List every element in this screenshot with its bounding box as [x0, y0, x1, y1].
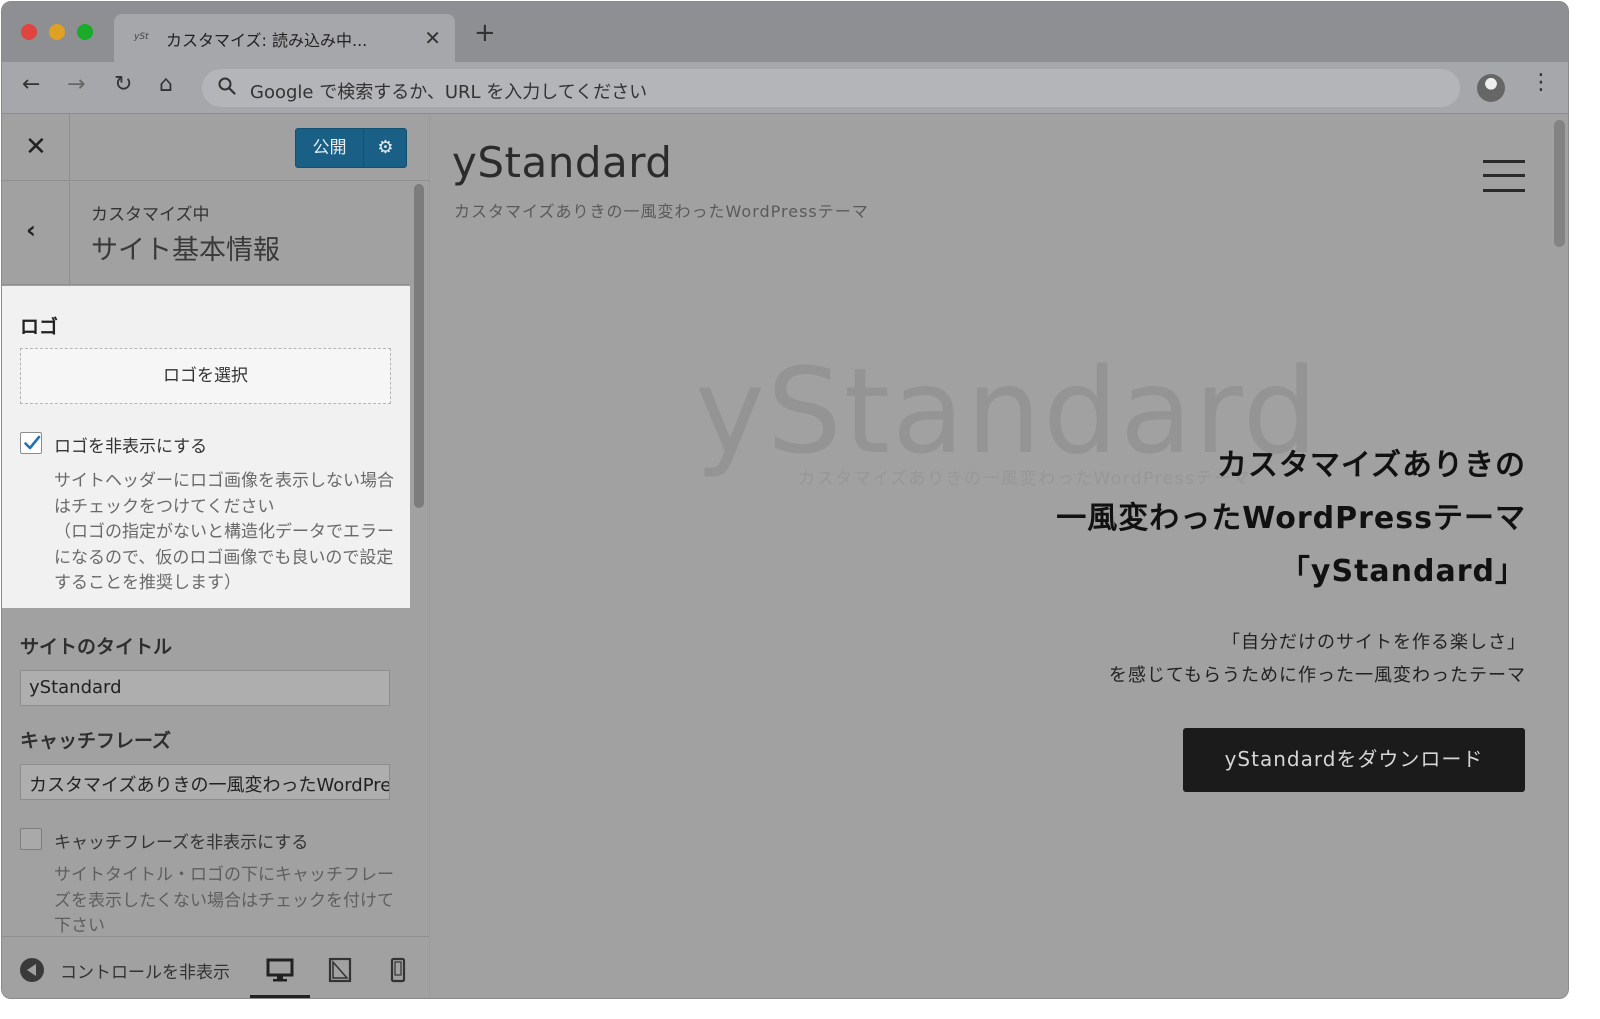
- mobile-preview-icon[interactable]: [383, 955, 413, 985]
- hide-logo-description-line: サイトヘッダーにロゴ画像を表示しない場合はチェックをつけてください: [54, 471, 394, 517]
- section-breadcrumb: カスタマイズ中: [91, 205, 210, 225]
- download-button[interactable]: yStandardをダウンロード: [1183, 728, 1525, 792]
- browser-window: ySt カスタマイズ: 読み込み中... ✕ + ← → ↻ ⌂ Google …: [1, 1, 1569, 999]
- hide-logo-checkbox[interactable]: [20, 432, 42, 454]
- desktop-preview-icon[interactable]: [265, 955, 295, 985]
- logo-heading: ロゴ: [20, 316, 59, 338]
- hero-heading: カスタマイズありきの 一風変わったWordPressテーマ 「yStandard…: [1056, 439, 1526, 598]
- section-header: ‹ カスタマイズ中 サイト基本情報: [2, 182, 410, 285]
- sidebar-scrollbar[interactable]: [410, 182, 429, 936]
- logo-control: ロゴ ロゴを選択 ロゴを非表示にする サイトヘッダーにロゴ画像を表示しない場合は…: [2, 286, 410, 608]
- hero-lead-line: を感じてもらうために作った一風変わったテーマ: [1108, 665, 1526, 686]
- reload-icon[interactable]: ↻: [114, 74, 132, 96]
- tab-title: カスタマイズ: 読み込み中...: [166, 31, 368, 50]
- publish-button-group: 公開 ⚙: [295, 128, 407, 168]
- address-bar-placeholder: Google で検索するか、URL を入力してください: [250, 82, 648, 103]
- new-tab-icon[interactable]: +: [474, 20, 496, 46]
- hide-catchphrase-description: サイトタイトル・ロゴの下にキャッチフレーズを表示したくない場合はチェックを付けて…: [54, 865, 394, 936]
- home-icon[interactable]: ⌂: [159, 74, 173, 96]
- catchphrase-label: キャッチフレーズ: [20, 730, 172, 752]
- tab-strip: ySt カスタマイズ: 読み込み中... ✕ +: [2, 2, 1568, 62]
- browser-toolbar: ← → ↻ ⌂ Google で検索するか、URL を入力してください ⋮: [2, 62, 1568, 114]
- search-icon: [218, 77, 236, 95]
- customizer-sidebar: ✕ 公開 ⚙ ‹ カスタマイズ中 サイト基本情報 ロゴ ロゴを選択 ロゴを非表示…: [2, 114, 429, 998]
- close-window-button[interactable]: [21, 24, 37, 40]
- preview-scrollbar[interactable]: [1550, 114, 1568, 998]
- site-preview: yStandard カスタマイズありきの一風変わったWordPressテーマ y…: [430, 114, 1568, 998]
- hamburger-menu-icon[interactable]: [1483, 160, 1525, 192]
- forward-arrow-icon[interactable]: →: [67, 74, 85, 96]
- catchphrase-input[interactable]: カスタマイズありきの一風変わったWordPressテーマ: [20, 764, 390, 800]
- active-device-indicator: [250, 995, 310, 998]
- customizer-header: ✕ 公開 ⚙: [2, 114, 429, 181]
- collapse-sidebar-icon[interactable]: [20, 958, 44, 982]
- favicon-icon: ySt: [134, 32, 149, 42]
- profile-avatar[interactable]: [1477, 74, 1505, 102]
- hide-logo-label[interactable]: ロゴを非表示にする: [54, 432, 207, 457]
- hide-logo-description-note: （ロゴの指定がないと構造化データでエラーになるので、仮のロゴ画像でも良いので設定…: [54, 522, 394, 593]
- minimize-window-button[interactable]: [49, 24, 65, 40]
- hero-heading-line: カスタマイズありきの: [1216, 448, 1526, 483]
- site-title-input[interactable]: yStandard: [20, 670, 390, 706]
- publish-button[interactable]: 公開: [296, 129, 364, 167]
- preview-tagline: カスタマイズありきの一風変わったWordPressテーマ: [454, 202, 869, 221]
- collapse-sidebar-label[interactable]: コントロールを非表示: [60, 958, 244, 983]
- customizer-close-button[interactable]: ✕: [2, 114, 70, 181]
- browser-menu-icon[interactable]: ⋮: [1530, 72, 1552, 94]
- chevron-left-icon: ‹: [26, 216, 36, 244]
- hide-logo-description: サイトヘッダーにロゴ画像を表示しない場合はチェックをつけてください （ロゴの指定…: [54, 469, 394, 597]
- hide-catchphrase-checkbox[interactable]: [20, 828, 42, 850]
- back-arrow-icon[interactable]: ←: [22, 74, 40, 96]
- section-back-button[interactable]: ‹: [2, 182, 70, 285]
- customizer-footer: コントロールを非表示: [2, 936, 429, 998]
- tab-close-icon[interactable]: ✕: [424, 26, 441, 50]
- hero-heading-line: 「yStandard」: [1279, 554, 1526, 589]
- address-bar[interactable]: Google で検索するか、URL を入力してください: [202, 69, 1460, 107]
- close-icon: ✕: [25, 132, 47, 162]
- checkmark-icon: [24, 435, 41, 450]
- publish-settings-gear-icon[interactable]: ⚙: [365, 129, 406, 167]
- hero-heading-line: 一風変わったWordPressテーマ: [1056, 501, 1526, 536]
- select-logo-button[interactable]: ロゴを選択: [20, 348, 391, 404]
- hero-lead-line: 「自分だけのサイトを作る楽しさ」: [1222, 632, 1526, 653]
- hide-catchphrase-label[interactable]: キャッチフレーズを非表示にする: [54, 828, 308, 853]
- hero-lead: 「自分だけのサイトを作る楽しさ」 を感じてもらうために作った一風変わったテーマ: [1109, 626, 1526, 692]
- tablet-preview-icon[interactable]: [325, 955, 355, 985]
- sidebar-scrollbar-thumb[interactable]: [414, 184, 424, 508]
- zoom-window-button[interactable]: [77, 24, 93, 40]
- preview-site-title[interactable]: yStandard: [452, 138, 672, 187]
- browser-tab[interactable]: ySt カスタマイズ: 読み込み中... ✕: [114, 14, 455, 62]
- section-title: サイト基本情報: [91, 235, 280, 266]
- preview-scrollbar-thumb[interactable]: [1554, 120, 1565, 247]
- site-title-label: サイトのタイトル: [20, 636, 173, 658]
